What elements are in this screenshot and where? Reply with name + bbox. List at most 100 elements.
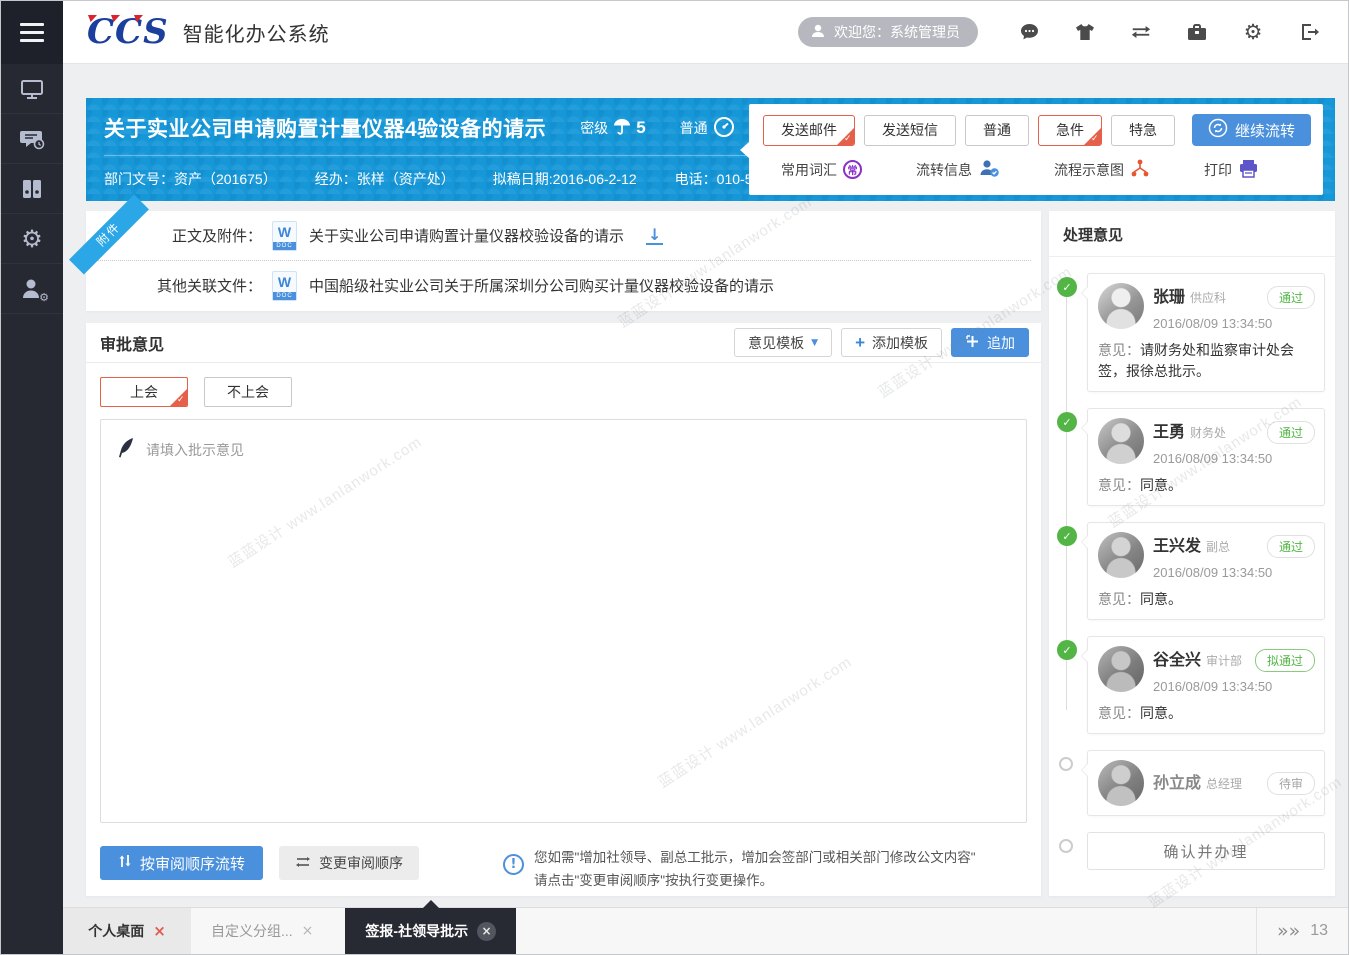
theme-icon[interactable] (1074, 21, 1096, 43)
approved-check-icon: ✓ (1057, 526, 1077, 546)
change-order-button[interactable]: 变更审阅顺序 (279, 846, 419, 880)
tab-count: 13 (1310, 922, 1328, 940)
tab-custom-group[interactable]: 自定义分组... × (191, 908, 333, 954)
common-badge-icon: 常 (843, 160, 862, 179)
flow-info-link[interactable]: 流转信息 (916, 158, 1000, 181)
send-mail-label: 发送邮件 (781, 122, 837, 138)
main-attachment-file[interactable]: 关于实业公司申请购置计量仪器校验设备的请示 (309, 225, 624, 246)
binders-icon (20, 177, 44, 201)
briefcase-icon[interactable] (1186, 21, 1208, 43)
approver-comment: 意见：同意。 (1098, 703, 1315, 724)
download-icon[interactable]: ↓ (646, 227, 663, 245)
common-words-link[interactable]: 常用词汇 常 (781, 160, 862, 180)
add-template-button[interactable]: + 添加模板 (841, 328, 942, 357)
continue-flow-button[interactable]: 继续流转 (1192, 114, 1311, 146)
flow-chart-link[interactable]: 流程示意图 (1054, 158, 1150, 181)
tab-label: 自定义分组... (211, 921, 293, 941)
flow-chart-label: 流程示意图 (1054, 160, 1124, 180)
print-label: 打印 (1204, 160, 1232, 180)
sidebar-item-users[interactable]: ⚙ (1, 264, 63, 314)
tab-personal-desktop[interactable]: 个人桌面 × (63, 908, 191, 954)
opinions-title: 处理意见 (1049, 211, 1335, 257)
plus-icon: + (855, 334, 865, 351)
menu-toggle-icon[interactable] (1, 1, 63, 64)
document-title: 关于实业公司申请购置计量仪器4验设备的请示 (104, 113, 546, 143)
info-icon: ! (503, 854, 524, 875)
avatar (1098, 532, 1144, 578)
status-badge: 通过 (1267, 286, 1315, 309)
user-gear-icon: ⚙ (20, 277, 44, 301)
flow-by-order-label: 按审阅顺序流转 (140, 853, 245, 874)
flow-by-order-button[interactable]: 按审阅顺序流转 (100, 846, 263, 880)
sidebar-item-desktop[interactable] (1, 64, 63, 114)
word-doc-icon[interactable]: WDOC (272, 221, 297, 251)
opinion-bubble[interactable]: 孙立成 总经理 待审 (1087, 750, 1325, 816)
umbrella-icon (613, 118, 631, 139)
opinion-item: ✓ 张珊 供应科 通过 2016/08/09 13:34:50 (1057, 273, 1325, 392)
opinion-template-dropdown[interactable]: 意见模板 ▼ (734, 328, 832, 357)
avatar (1098, 760, 1144, 806)
approver-name: 王兴发 (1153, 532, 1201, 556)
meeting-yes-label: 上会 (130, 384, 158, 400)
sidebar-item-system[interactable]: ⚙ (1, 214, 63, 264)
change-order-notice: 您如需"增加社领导、副总工批示，增加会签部门或相关部门修改公文内容" 请点击"变… (534, 846, 976, 892)
app-logo: CCS (87, 15, 169, 49)
meeting-yes-button[interactable]: 上会 ✓ (100, 377, 188, 407)
close-icon[interactable]: × (477, 922, 496, 941)
user-welcome[interactable]: 欢迎您：系统管理员 (798, 17, 978, 47)
send-mail-button[interactable]: 发送邮件 ✓ (763, 115, 855, 146)
opinion-bubble[interactable]: 张珊 供应科 通过 2016/08/09 13:34:50 意见：请财务处和监察… (1087, 273, 1325, 392)
approver-comment: 意见：同意。 (1098, 589, 1315, 610)
print-link[interactable]: 打印 (1204, 159, 1259, 181)
other-files-label: 其他关联文件： (134, 275, 262, 296)
approved-check-icon: ✓ (1057, 640, 1077, 660)
priority-urgent-button[interactable]: 急件 ✓ (1038, 115, 1102, 146)
priority-extra-button[interactable]: 特急 (1111, 115, 1175, 146)
change-order-label: 变更审阅顺序 (319, 853, 403, 873)
user-icon (810, 23, 826, 42)
tab-overflow-button[interactable]: »» 13 (1256, 908, 1348, 954)
approve-time: 2016/08/09 13:34:50 (1153, 451, 1315, 466)
printer-icon (1238, 159, 1259, 181)
chevron-down-icon: ▼ (811, 338, 818, 348)
meeting-no-label: 不上会 (227, 384, 269, 400)
comment-input[interactable]: 请填入批示意见 (100, 419, 1027, 823)
priority-normal: 普通 (680, 116, 735, 141)
sidebar-item-messages[interactable] (1, 114, 63, 164)
settings-icon[interactable]: ⚙ (1242, 21, 1264, 43)
opinion-bubble[interactable]: 谷全兴 审计部 拟通过 2016/08/09 13:34:50 意见：同意。 (1087, 636, 1325, 734)
doc-date: 拟稿日期:2016-06-2-12 (493, 169, 637, 189)
logout-icon[interactable] (1298, 21, 1320, 43)
pending-circle-icon (1059, 757, 1073, 771)
send-sms-button[interactable]: 发送短信 (864, 115, 956, 146)
approve-time: 2016/08/09 13:34:50 (1153, 316, 1315, 331)
priority-normal-button[interactable]: 普通 (965, 115, 1029, 146)
opinion-template-label: 意见模板 (748, 333, 804, 353)
add-template-label: 添加模板 (872, 333, 928, 353)
close-icon[interactable]: × (302, 923, 314, 939)
approver-dept: 总经理 (1206, 775, 1242, 792)
opinion-bubble[interactable]: 王兴发 副总 通过 2016/08/09 13:34:50 意见：同意。 (1087, 522, 1325, 620)
priority-urgent-label: 急件 (1056, 122, 1084, 138)
confirm-handle-button[interactable]: 确认并办理 (1087, 832, 1325, 870)
opinion-bubble[interactable]: 王勇 财务处 通过 2016/08/09 13:34:50 意见：同意。 (1087, 408, 1325, 506)
checked-corner-icon: ✓ (1084, 128, 1101, 145)
close-icon[interactable]: × (153, 922, 166, 940)
word-doc-icon[interactable]: WDOC (272, 271, 297, 301)
tab-report-leader-active[interactable]: 签报-社领导批示 × (345, 908, 516, 954)
approver-dept: 供应科 (1190, 289, 1226, 306)
opinion-item: ✓ 王勇 财务处 通过 2016/08/09 13:34:50 (1057, 408, 1325, 506)
transfer-icon[interactable] (1130, 21, 1152, 43)
continue-flow-label: 继续流转 (1235, 120, 1295, 141)
append-button[interactable]: 追加 (951, 328, 1029, 357)
opinion-item: 孙立成 总经理 待审 (1057, 750, 1325, 816)
other-attachment-file[interactable]: 中国船级社实业公司关于所属深圳分公司购买计量仪器校验设备的请示 (309, 275, 774, 296)
welcome-text: 欢迎您：系统管理员 (834, 22, 960, 42)
meeting-no-button[interactable]: 不上会 (204, 377, 292, 407)
tab-label: 签报-社领导批示 (365, 921, 468, 941)
approver-comment: 意见：同意。 (1098, 475, 1315, 496)
sidebar-item-archive[interactable] (1, 164, 63, 214)
checked-corner-icon: ✓ (837, 128, 854, 145)
person-check-icon (978, 158, 1000, 181)
message-icon[interactable] (1018, 21, 1040, 43)
